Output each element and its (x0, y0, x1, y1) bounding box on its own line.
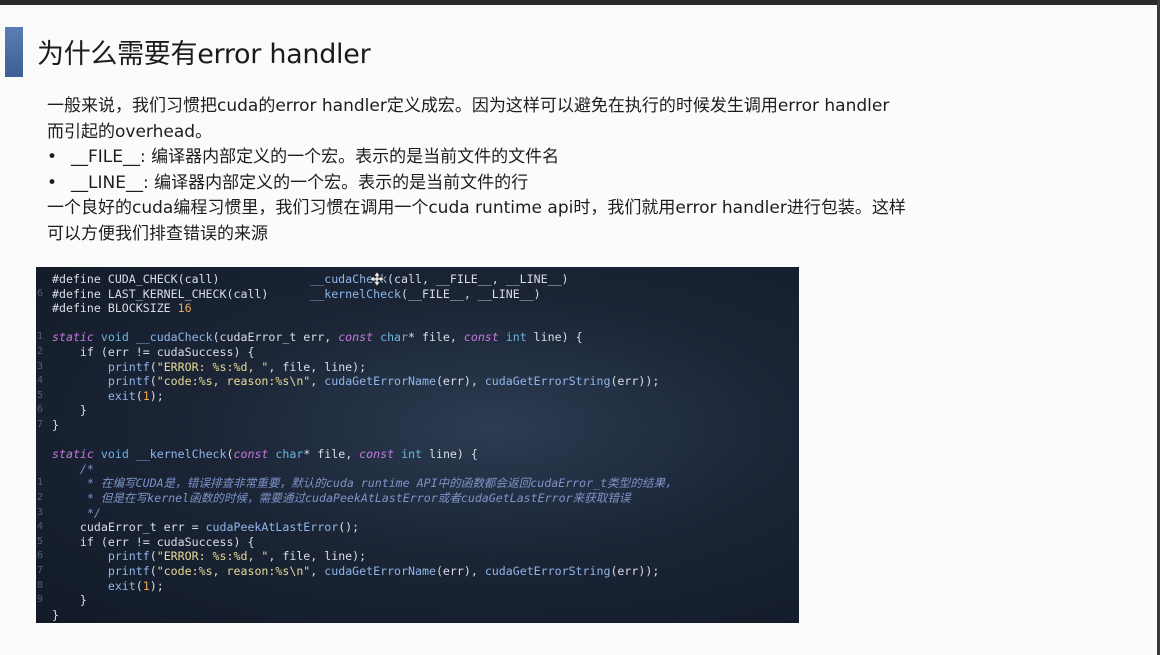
code-text: #define LAST_KERNEL_CHECK(call) __kernel… (52, 286, 541, 301)
mouse-cursor-icon (370, 272, 384, 286)
title-accent-bar (5, 27, 23, 77)
code-text: printf("code:%s, reason:%s\n", cudaGetEr… (107, 374, 660, 389)
line-number: 2 (37, 492, 44, 503)
slide-body: 一般来说，我们习惯把cuda的error handler定义成宏。因为这样可以避… (47, 94, 1037, 247)
bullet-dot: • (47, 172, 58, 193)
line-number: 9 (37, 594, 44, 606)
top-border (0, 0, 1160, 5)
code-block: #define CUDA_CHECK(call) __cudaCheck(cal… (36, 267, 799, 623)
code-text: printf("ERROR: %s:%d, ", file, line); (107, 549, 367, 564)
line-number: 1 (37, 331, 44, 343)
paragraph-1-line-1: 一般来说，我们习惯把cuda的error handler定义成宏。因为这样可以避… (47, 96, 890, 116)
code-text: cudaError_t err = cudaPeekAtLastError(); (52, 520, 360, 535)
code-text: * 但是在写kernel函数的时候，需要通过cudaPeekAtLastErro… (52, 491, 631, 505)
code-text: * 在编写CUDA是，错误排查非常重要，默认的cuda runtime API中… (52, 476, 677, 491)
line-number: 5 (37, 389, 44, 401)
bullet-file-text: __FILE__: 编译器内部定义的一个宏。表示的是当前文件的文件名 (71, 147, 560, 167)
line-number: 8 (37, 579, 44, 591)
line-number: 5 (37, 535, 44, 547)
slide-title: 为什么需要有error handler (37, 39, 371, 70)
line-number: 3 (37, 506, 44, 518)
code-text: exit(1); (107, 578, 164, 593)
bullet-line-text: __LINE__: 编译器内部定义的一个宏。表示的是当前文件的行 (71, 172, 529, 193)
code-text: } (52, 593, 87, 608)
line-number: 4 (37, 521, 44, 533)
line-number: 7 (37, 419, 44, 430)
bullet-dot: • (47, 147, 58, 167)
line-number: 2 (37, 346, 44, 357)
code-text: printf("code:%s, reason:%s\n", cudaGetEr… (107, 564, 660, 578)
code-text: */ (52, 505, 101, 520)
line-number: 6 (37, 550, 44, 562)
line-number: 4 (37, 375, 44, 387)
paragraph-1-line-2: 而引起的overhead。 (47, 121, 213, 142)
code-text: } (52, 403, 87, 418)
code-text: exit(1); (107, 388, 164, 403)
code-text: #define BLOCKSIZE 16 (52, 301, 192, 316)
code-text: /* (52, 461, 94, 476)
line-number: 6 (37, 404, 44, 416)
code-text: if (err != cudaSuccess) { (52, 534, 255, 549)
bullet-line: • __LINE__: 编译器内部定义的一个宏。表示的是当前文件的行 (47, 171, 1037, 197)
code-text: if (err != cudaSuccess) { (52, 345, 255, 359)
line-number: 3 (37, 360, 44, 372)
line-number: 1 (37, 477, 44, 489)
code-text: #define CUDA_CHECK(call) __cudaCheck(cal… (52, 272, 569, 286)
code-text: static void __kernelCheck(const char* fi… (52, 447, 478, 462)
bullet-file: • __FILE__: 编译器内部定义的一个宏。表示的是当前文件的文件名 (47, 145, 1037, 171)
paragraph-2-line-1: 一个良好的cuda编程习惯里，我们习惯在调用一个cuda runtime api… (47, 198, 906, 218)
code-text: static void __cudaCheck(cudaError_t err,… (52, 330, 583, 345)
line-number: 6 (37, 287, 44, 299)
code-text: } (52, 418, 59, 432)
code-text: printf("ERROR: %s:%d, ", file, line); (107, 359, 367, 374)
paragraph-2-line-2: 可以方便我们排查错误的来源 (47, 223, 268, 244)
line-number: 7 (37, 565, 44, 576)
code-text: } (52, 607, 59, 622)
